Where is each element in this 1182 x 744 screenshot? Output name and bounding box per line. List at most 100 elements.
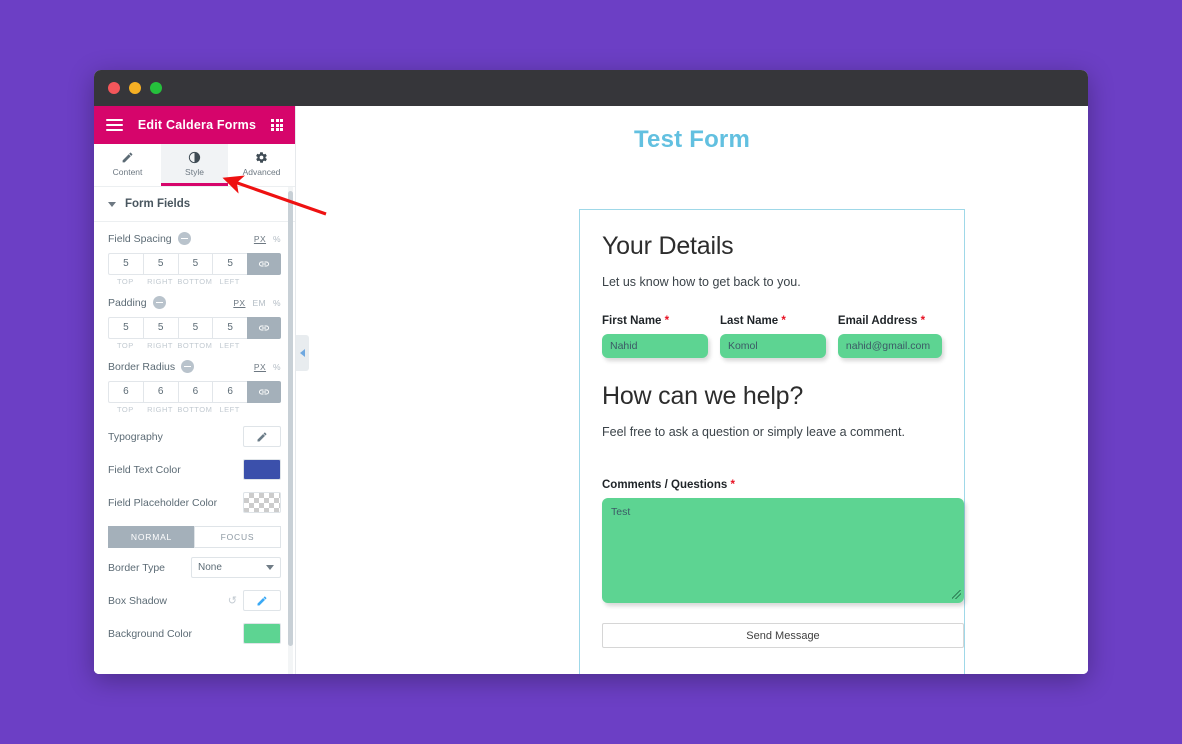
comments-textarea[interactable]: Test xyxy=(602,498,964,603)
tab-advanced-label: Advanced xyxy=(242,166,281,177)
unit-percent[interactable]: % xyxy=(273,234,281,244)
comments-label-text: Comments / Questions xyxy=(602,479,728,491)
tab-content[interactable]: Content xyxy=(94,144,161,186)
padding-right[interactable]: 5 xyxy=(142,317,178,339)
field-spacing-left[interactable]: 5 xyxy=(212,253,247,275)
send-message-button[interactable]: Send Message xyxy=(602,623,964,648)
box-shadow-edit-button[interactable] xyxy=(243,590,281,611)
unit-px[interactable]: PX xyxy=(254,362,266,372)
border-radius-right[interactable]: 6 xyxy=(142,381,178,403)
email-address-input[interactable]: nahid@gmail.com xyxy=(837,334,942,358)
field-spacing-label: Field Spacing xyxy=(108,232,172,245)
state-tab-normal[interactable]: NORMAL xyxy=(108,526,194,548)
section-form-fields-label: Form Fields xyxy=(125,198,191,210)
typography-label: Typography xyxy=(108,430,163,443)
chevron-left-icon xyxy=(300,349,305,357)
unit-px[interactable]: PX xyxy=(233,298,245,308)
legend-left: LEFT xyxy=(219,405,240,414)
editor-panel: Edit Caldera Forms Content Style Advance… xyxy=(94,106,296,674)
legend-right: RIGHT xyxy=(147,341,173,350)
background-color-swatch[interactable] xyxy=(243,623,281,644)
border-radius-link-toggle[interactable] xyxy=(247,381,281,403)
required-marker: * xyxy=(664,315,670,327)
unit-em[interactable]: EM xyxy=(252,298,266,308)
control-padding: Padding PX EM % 5 5 5 5 TOP RIGHT BOTTOM… xyxy=(94,286,295,350)
form-heading-details: Your Details xyxy=(602,232,734,260)
state-tabs: NORMAL FOCUS xyxy=(108,526,281,548)
border-radius-top[interactable]: 6 xyxy=(108,381,143,403)
box-shadow-actions: ↺ xyxy=(228,590,281,611)
border-type-select[interactable]: None xyxy=(191,557,281,578)
minimize-window-button[interactable] xyxy=(129,82,141,94)
last-name-input[interactable]: Komol xyxy=(719,334,826,358)
border-type-value: None xyxy=(198,562,222,573)
field-spacing-bottom[interactable]: 5 xyxy=(177,253,213,275)
padding-left[interactable]: 5 xyxy=(212,317,247,339)
field-spacing-legend: TOP RIGHT BOTTOM LEFT xyxy=(108,277,281,286)
field-placeholder-color-label: Field Placeholder Color xyxy=(108,496,218,509)
panel-scroll-area: Form Fields Field Spacing PX % 5 5 5 5 T… xyxy=(94,187,295,674)
chevron-down-icon xyxy=(108,201,116,207)
control-typography: Typography xyxy=(94,420,295,453)
state-tab-focus[interactable]: FOCUS xyxy=(194,526,281,548)
responsive-device-icon[interactable] xyxy=(152,296,166,309)
panel-scrollbar-thumb[interactable] xyxy=(288,191,293,646)
field-spacing-link-toggle[interactable] xyxy=(247,253,281,275)
window-titlebar xyxy=(94,70,1088,106)
legend-bottom: BOTTOM xyxy=(177,277,213,286)
border-radius-legend: TOP RIGHT BOTTOM LEFT xyxy=(108,405,281,414)
field-spacing-top[interactable]: 5 xyxy=(108,253,143,275)
field-spacing-right[interactable]: 5 xyxy=(142,253,178,275)
gear-icon xyxy=(256,151,267,163)
hamburger-icon[interactable] xyxy=(106,119,123,131)
border-radius-bottom[interactable]: 6 xyxy=(177,381,213,403)
unit-px[interactable]: PX xyxy=(254,234,266,244)
typography-edit-button[interactable] xyxy=(243,426,281,447)
control-background-color: Background Color xyxy=(94,617,295,650)
panel-header: Edit Caldera Forms xyxy=(94,106,295,144)
panel-title: Edit Caldera Forms xyxy=(137,118,257,132)
padding-top[interactable]: 5 xyxy=(108,317,143,339)
tab-advanced[interactable]: Advanced xyxy=(228,144,295,186)
panel-collapse-handle[interactable] xyxy=(296,335,309,371)
responsive-device-icon[interactable] xyxy=(181,360,195,373)
last-name-label-text: Last Name xyxy=(719,315,779,327)
required-marker: * xyxy=(781,315,786,327)
section-form-fields[interactable]: Form Fields xyxy=(94,187,295,222)
required-marker: * xyxy=(730,479,735,491)
tab-style[interactable]: Style xyxy=(161,144,228,186)
padding-label: Padding xyxy=(108,296,147,309)
grid-icon[interactable] xyxy=(271,119,283,131)
unit-percent[interactable]: % xyxy=(273,298,281,308)
padding-bottom[interactable]: 5 xyxy=(177,317,213,339)
control-box-shadow: Box Shadow ↺ xyxy=(94,584,295,617)
first-name-label-text: First Name xyxy=(602,315,662,327)
last-name-label: Last Name * xyxy=(720,315,826,327)
name-fields-row: First Name * Nahid Last Name * Komol Ema… xyxy=(602,315,942,358)
responsive-device-icon[interactable] xyxy=(177,232,191,245)
field-placeholder-color-swatch[interactable] xyxy=(243,492,281,513)
padding-inputs: 5 5 5 5 xyxy=(108,317,281,339)
padding-link-toggle[interactable] xyxy=(247,317,281,339)
field-first-name: First Name * Nahid xyxy=(602,315,708,358)
legend-top: TOP xyxy=(116,405,134,414)
link-icon xyxy=(259,389,269,395)
close-window-button[interactable] xyxy=(108,82,120,94)
comments-label: Comments / Questions * xyxy=(602,479,942,491)
form-heading-help: How can we help? xyxy=(602,382,804,410)
form-preview-area: Test Form Your Details Let us know how t… xyxy=(296,106,1088,674)
border-radius-left[interactable]: 6 xyxy=(212,381,247,403)
legend-bottom: BOTTOM xyxy=(177,341,213,350)
link-icon xyxy=(259,261,269,267)
maximize-window-button[interactable] xyxy=(150,82,162,94)
border-radius-label-group: Border Radius xyxy=(108,360,195,373)
reset-icon[interactable]: ↺ xyxy=(228,594,237,607)
field-text-color-swatch[interactable] xyxy=(243,459,281,480)
tab-content-label: Content xyxy=(112,166,143,177)
first-name-input[interactable]: Nahid xyxy=(602,334,708,358)
border-radius-inputs: 6 6 6 6 xyxy=(108,381,281,403)
tab-style-label: Style xyxy=(185,166,204,177)
browser-window: Edit Caldera Forms Content Style Advance… xyxy=(94,70,1088,674)
email-address-label-text: Email Address xyxy=(837,315,918,327)
unit-percent[interactable]: % xyxy=(273,362,281,372)
